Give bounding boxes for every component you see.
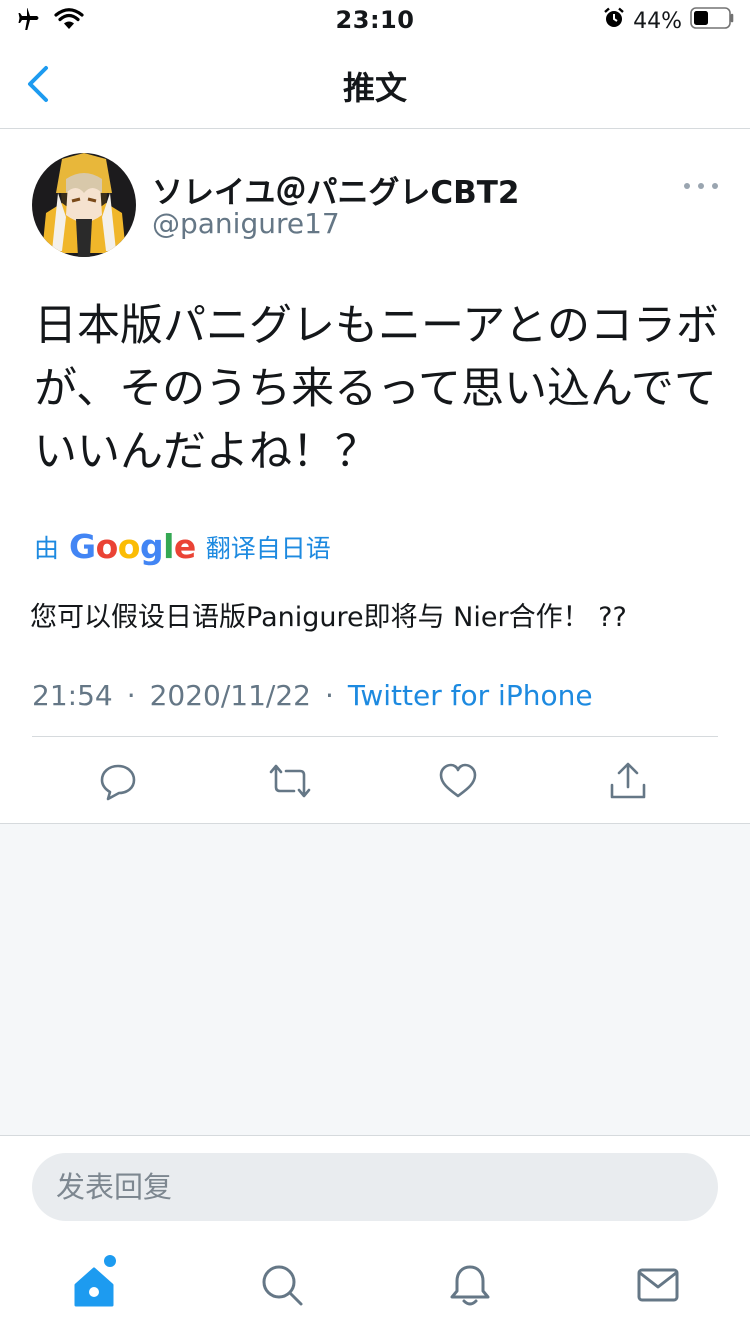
status-bar-right: 44% bbox=[603, 7, 736, 35]
more-dot-icon bbox=[712, 183, 718, 189]
meta-separator: · bbox=[126, 679, 136, 712]
tweet-actions bbox=[0, 737, 750, 823]
tweet-detail: ソレイユ＠パニグレCBT2 @panigure17 日本版パニグレもニーアとのコ… bbox=[0, 129, 750, 824]
translate-prefix: 由 bbox=[34, 533, 60, 563]
more-dot-icon bbox=[684, 183, 690, 189]
alarm-icon bbox=[603, 7, 625, 35]
reply-bar: 发表回复 bbox=[0, 1135, 750, 1235]
like-icon bbox=[439, 763, 477, 798]
share-button[interactable] bbox=[608, 761, 648, 801]
tweet-date: 2020/11/22 bbox=[149, 679, 311, 712]
reply-icon bbox=[100, 764, 136, 801]
more-dot-icon bbox=[698, 183, 704, 189]
tab-home[interactable] bbox=[72, 1255, 116, 1307]
author-handle[interactable]: @panigure17 bbox=[152, 207, 340, 240]
home-notification-dot bbox=[104, 1255, 116, 1267]
tweet-text: 日本版パニグレもニーアとのコラボが、そのうち来るって思い込んでていいんだよね！？ bbox=[34, 301, 719, 477]
search-icon bbox=[262, 1265, 303, 1306]
battery-icon bbox=[690, 7, 736, 35]
tweet-source-link[interactable]: Twitter for iPhone bbox=[348, 679, 593, 712]
tab-search[interactable] bbox=[260, 1263, 304, 1307]
page-title: 推文 bbox=[342, 69, 407, 107]
battery-percent: 44% bbox=[633, 8, 682, 34]
home-icon bbox=[74, 1267, 114, 1307]
retweet-icon bbox=[269, 764, 311, 798]
tab-notifications[interactable] bbox=[448, 1263, 492, 1307]
reply-input[interactable]: 发表回复 bbox=[32, 1153, 718, 1221]
reply-button[interactable] bbox=[98, 761, 138, 801]
avatar[interactable] bbox=[32, 153, 136, 257]
share-icon bbox=[610, 762, 646, 799]
messages-icon bbox=[637, 1268, 679, 1302]
status-bar: 23:10 44% bbox=[0, 0, 750, 40]
translate-suffix: 翻译自日语 bbox=[205, 533, 331, 563]
like-button[interactable] bbox=[438, 761, 478, 801]
author-name[interactable]: ソレイユ＠パニグレCBT2 bbox=[152, 167, 519, 212]
translation-attribution[interactable]: 由 Google 翻译自日语 bbox=[34, 527, 331, 566]
translated-text: 您可以假设日语版Panigure即将与 Nier合作！ ?? bbox=[30, 602, 627, 633]
tab-bar bbox=[0, 1235, 750, 1334]
more-options-button[interactable] bbox=[684, 179, 718, 193]
google-logo: Google bbox=[69, 527, 196, 566]
meta-separator: · bbox=[325, 679, 334, 712]
tweet-time: 21:54 bbox=[32, 679, 113, 712]
notifications-icon bbox=[450, 1265, 490, 1306]
tab-messages[interactable] bbox=[636, 1263, 680, 1307]
nav-bar: 推文 bbox=[0, 40, 750, 129]
tweet-meta: 21:54 · 2020/11/22 · Twitter for iPhone bbox=[32, 679, 593, 712]
empty-replies-area bbox=[0, 824, 750, 1135]
retweet-button[interactable] bbox=[268, 761, 311, 801]
